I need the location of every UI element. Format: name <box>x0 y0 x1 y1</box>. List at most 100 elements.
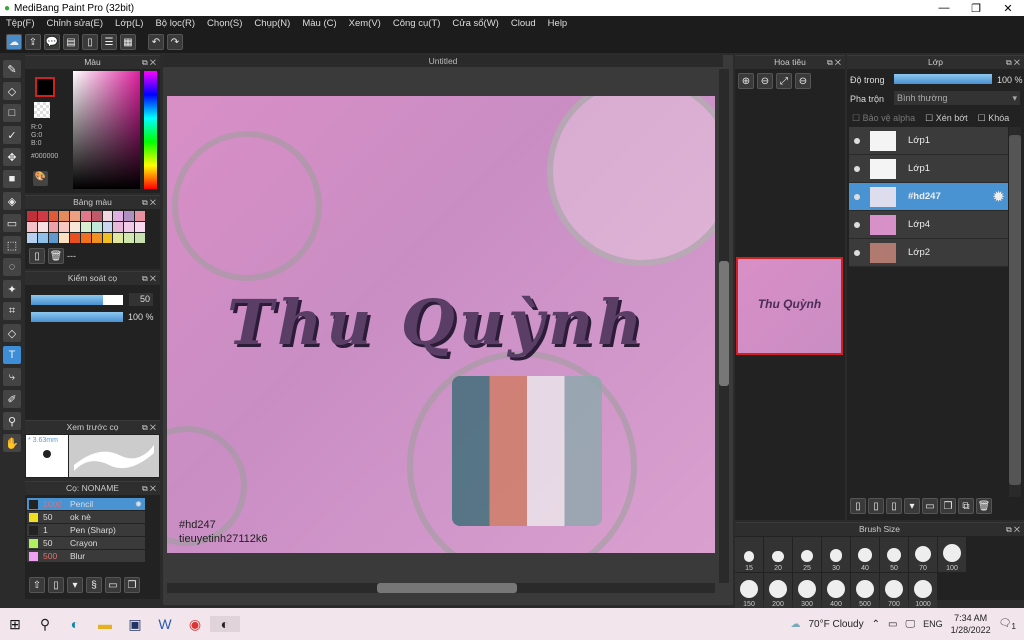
search-icon[interactable]: ⚲ <box>30 616 60 633</box>
palette-swatch[interactable] <box>80 211 91 221</box>
visibility-icon[interactable] <box>854 249 860 256</box>
layer-row[interactable]: Lớp1 <box>849 127 1008 155</box>
layer-folder-button[interactable]: ▭ <box>922 498 938 514</box>
palette-swatch[interactable] <box>124 222 134 232</box>
palette-swatch[interactable] <box>70 211 80 221</box>
gradient-tool-icon[interactable]: ▭ <box>3 214 21 232</box>
camera-icon[interactable]: ▭ <box>888 619 897 630</box>
operation-tool-icon[interactable]: ⤷ <box>3 368 21 386</box>
brush-size-slider[interactable] <box>31 295 123 305</box>
panel-close-icon[interactable]: ⧉ ✕ <box>142 482 156 495</box>
zoom-reset-icon[interactable]: ⊖ <box>795 73 811 89</box>
hand-tool-icon[interactable]: ✋ <box>3 434 21 452</box>
duplicate-layer-button[interactable]: ❐ <box>940 498 956 514</box>
brush-size-value[interactable]: 50 <box>129 293 153 306</box>
brush-size-option[interactable]: 30 <box>822 537 850 572</box>
eraser-tool-icon[interactable]: ◇ <box>3 82 21 100</box>
layer-row[interactable]: Lớp2 <box>849 239 1008 267</box>
brush-item[interactable]: 50 ok nè <box>27 511 145 524</box>
canvas-image[interactable]: Thu Quỳnh #hd247 tieuyetinh27112k6 <box>167 96 715 553</box>
brush-size-option[interactable]: 50 <box>880 537 908 572</box>
palette-swatch[interactable] <box>70 222 80 232</box>
bucket-tool-icon[interactable]: ◈ <box>3 192 21 210</box>
add-brush-button[interactable]: ▾ <box>67 577 83 593</box>
menu-item[interactable]: Tệp(F) <box>6 18 35 29</box>
transparent-color[interactable] <box>34 102 50 118</box>
palette-swatch[interactable] <box>59 233 70 243</box>
palette-swatch[interactable] <box>37 222 48 232</box>
menu-item[interactable]: Xem(V) <box>349 18 381 29</box>
palette-swatch[interactable] <box>80 233 91 243</box>
new-palette-button[interactable]: ▯ <box>29 248 45 264</box>
polyline-tool-icon[interactable]: ✓ <box>3 126 21 144</box>
menu-item[interactable]: Help <box>548 18 568 29</box>
palette-swatch[interactable] <box>102 222 113 232</box>
palette-swatch[interactable] <box>27 211 37 221</box>
palette-swatch[interactable] <box>91 211 102 221</box>
clip-checkbox[interactable]: ☐ Xén bớt <box>925 113 968 124</box>
hue-slider[interactable] <box>144 71 157 189</box>
palette-swatch[interactable] <box>124 233 134 243</box>
palette-swatch[interactable] <box>59 211 70 221</box>
chrome-icon[interactable]: ◉ <box>180 616 210 633</box>
medibang-icon[interactable]: ◐ <box>210 616 240 632</box>
store-icon[interactable]: ▣ <box>120 616 150 633</box>
menu-item[interactable]: Chọn(S) <box>207 18 242 29</box>
menu-item[interactable]: Màu (C) <box>302 18 336 29</box>
page-button[interactable]: ▯ <box>82 34 98 50</box>
brush-size-option[interactable]: 100 <box>938 537 966 572</box>
eyedropper-tool-icon[interactable]: ⚲ <box>3 412 21 430</box>
brush-size-option[interactable]: 40 <box>851 537 879 572</box>
brush-item[interactable]: 1000 Pencil ✹ <box>27 498 145 511</box>
new-8bit-layer-button[interactable]: ▯ <box>886 498 902 514</box>
brush-size-option[interactable]: 20 <box>764 537 792 572</box>
magic-wand-tool-icon[interactable]: ✦ <box>3 280 21 298</box>
menu-item[interactable]: Cửa sổ(W) <box>452 18 498 29</box>
zoom-out-icon[interactable]: ⊖ <box>757 73 773 89</box>
panel-close-icon[interactable]: ⧉ ✕ <box>827 56 841 69</box>
visibility-icon[interactable] <box>854 221 860 228</box>
tab-untitled[interactable]: Untitled <box>163 55 723 67</box>
palette-swatch[interactable] <box>70 233 80 243</box>
select-pen-tool-icon[interactable]: ⌗ <box>3 302 21 320</box>
select-eraser-tool-icon[interactable]: ◇ <box>3 324 21 342</box>
layer-opacity-slider[interactable] <box>894 74 992 84</box>
clock[interactable]: 7:34 AM 1/28/2022 <box>951 612 991 636</box>
brush-size-option[interactable]: 400 <box>822 573 850 608</box>
zoom-in-icon[interactable]: ⊕ <box>738 73 754 89</box>
share-button[interactable]: ⇪ <box>25 34 41 50</box>
brush-size-option[interactable]: 500 <box>851 573 879 608</box>
brush-opacity-slider[interactable] <box>31 312 123 322</box>
palette-swatch[interactable] <box>91 222 102 232</box>
new-halftone-layer-button[interactable]: ▯ <box>868 498 884 514</box>
palette-swatch[interactable] <box>48 211 59 221</box>
list-button[interactable]: ☰ <box>101 34 117 50</box>
palette-swatch[interactable] <box>124 211 134 221</box>
palette-swatch[interactable] <box>48 222 59 232</box>
brush-size-option[interactable]: 70 <box>909 537 937 572</box>
palette-swatch[interactable] <box>91 233 102 243</box>
lasso-tool-icon[interactable]: ◌ <box>3 258 21 276</box>
explorer-icon[interactable]: ▬ <box>90 616 120 632</box>
brush-size-option[interactable]: 25 <box>793 537 821 572</box>
brush-folder-button[interactable]: ▭ <box>105 577 121 593</box>
brush-script-button[interactable]: § <box>86 577 102 593</box>
delete-layer-button[interactable]: 🗑 <box>976 498 992 514</box>
rectangle-tool-icon[interactable]: □ <box>3 104 21 122</box>
brush-size-option[interactable]: 300 <box>793 573 821 608</box>
tray-chevron-icon[interactable]: ⌃ <box>872 619 880 630</box>
gear-icon[interactable]: ✹ <box>993 189 1004 205</box>
minimize-button[interactable]: — <box>928 2 960 15</box>
brush-size-option[interactable]: 200 <box>764 573 792 608</box>
new-layer-button[interactable]: ▯ <box>850 498 866 514</box>
brush-size-option[interactable]: 700 <box>880 573 908 608</box>
saturation-value-picker[interactable] <box>73 71 140 189</box>
panel-close-icon[interactable]: ⧉ ✕ <box>142 56 156 69</box>
add-layer-menu-button[interactable]: ▾ <box>904 498 920 514</box>
brush-size-option[interactable]: 15 <box>735 537 763 572</box>
brush-tool-icon[interactable]: ✎ <box>3 60 21 78</box>
delete-palette-button[interactable]: 🗑 <box>48 248 64 264</box>
panel-close-icon[interactable]: ⧉ ✕ <box>142 272 156 285</box>
palette-swatch[interactable] <box>113 233 124 243</box>
start-icon[interactable]: ⊞ <box>0 616 30 633</box>
